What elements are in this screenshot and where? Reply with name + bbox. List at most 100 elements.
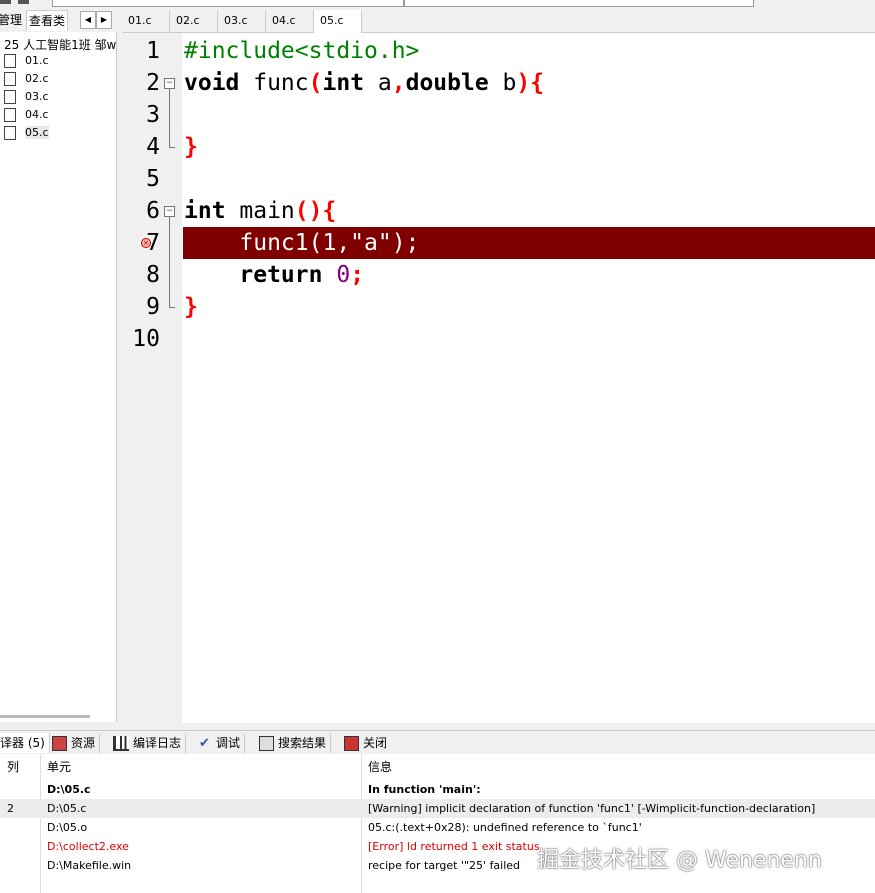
tab-label: 调试	[216, 736, 241, 750]
table-row[interactable]: 2 D:\05.c [Warning] implicit declaration…	[0, 799, 875, 818]
line-number: 5	[146, 166, 160, 192]
line-number: 6	[146, 198, 160, 224]
code-line-9: }	[184, 291, 198, 323]
code-editor[interactable]	[182, 33, 875, 723]
toolbar-combo[interactable]	[404, 0, 754, 7]
keyword-token: int	[322, 70, 365, 96]
cell-info: [Error] ld returned 1 exit status	[368, 840, 540, 853]
line-number: 9	[146, 294, 160, 320]
fold-line	[169, 217, 170, 307]
tab-close[interactable]: 关闭	[344, 733, 391, 753]
code-line-8: return 0;	[184, 259, 364, 291]
tab-label: 搜索结果	[278, 736, 327, 750]
code-line-4: }	[184, 131, 198, 163]
cell-unit: D:\Makefile.win	[47, 859, 132, 872]
error-code-text: func1(1,"a");	[184, 230, 420, 256]
fold-end	[169, 307, 175, 308]
tab-label: 编译日志	[133, 736, 182, 750]
file-icon	[4, 126, 16, 140]
tab-search-results[interactable]: 搜索结果	[259, 733, 332, 753]
line-number: 10	[132, 326, 160, 352]
code-line-1: #include<stdio.h>	[184, 35, 419, 67]
project-panel-tabs: 管理 查看类 ◀ ▶	[0, 10, 118, 32]
project-root[interactable]: 25 人工智能1班 邹w	[4, 36, 116, 53]
file-label: 05.c	[25, 126, 49, 139]
column-header-col[interactable]: 列	[7, 754, 19, 780]
file-icon	[4, 90, 16, 104]
project-tree: 25 人工智能1班 邹w 01.c 02.c 03.c 04.c 05.c	[0, 32, 117, 722]
punctuation-token: (	[308, 70, 323, 96]
table-row[interactable]: D:\05.c In function 'main':	[0, 780, 875, 799]
cell-unit: D:\05.c	[47, 783, 91, 796]
file-icon	[4, 72, 16, 86]
file-label: 04.c	[25, 108, 49, 121]
tab-project-manager[interactable]: 管理	[0, 10, 24, 30]
tab-file-02[interactable]: 02.c	[170, 10, 218, 32]
close-icon	[344, 736, 359, 751]
tab-label: 译器 (5)	[0, 736, 45, 750]
line-number: 8	[146, 262, 160, 288]
cell-info: In function 'main':	[368, 783, 481, 796]
tab-debug[interactable]: ✔ 调试	[199, 733, 246, 753]
toolbar-icon[interactable]	[0, 0, 11, 4]
output-panel-tabs: 译器 (5) 资源 编译日志 ✔ 调试 搜索结果 关闭	[0, 730, 875, 755]
keyword-token: int	[184, 198, 226, 224]
column-header-unit[interactable]: 单元	[47, 754, 71, 780]
resources-icon	[52, 736, 67, 751]
line-number: 3	[146, 102, 160, 128]
tab-compile-log[interactable]: 编译日志	[113, 733, 187, 753]
cell-unit: D:\collect2.exe	[47, 840, 129, 853]
punctuation-token: ;	[350, 262, 365, 288]
bar-chart-icon	[113, 736, 129, 751]
top-toolbar-remnant	[0, 0, 875, 10]
fold-toggle-icon[interactable]: −	[164, 206, 175, 217]
column-header-info[interactable]: 信息	[368, 754, 392, 780]
cell-unit: D:\05.c	[47, 802, 87, 815]
tab-compiler[interactable]: 译器 (5)	[0, 733, 50, 753]
punctuation-token: }	[184, 294, 198, 320]
keyword-token: return	[184, 262, 323, 288]
identifier-token: main	[225, 198, 295, 224]
tab-resources[interactable]: 资源	[52, 733, 101, 753]
identifier-token: a	[364, 70, 392, 96]
punctuation-token: ,	[391, 70, 406, 96]
file-label: 01.c	[25, 54, 49, 67]
keyword-token: void	[184, 70, 240, 96]
tab-file-01[interactable]: 01.c	[122, 10, 170, 32]
cell-col: 2	[7, 802, 14, 815]
line-number: 2	[146, 70, 160, 96]
code-line-6: int main(){	[184, 195, 336, 227]
file-icon	[4, 108, 16, 122]
tab-file-04[interactable]: 04.c	[266, 10, 314, 32]
tab-class-browser[interactable]: 查看类	[26, 10, 69, 31]
punctuation-token: (){	[294, 198, 337, 224]
tree-file-02[interactable]: 02.c	[4, 71, 49, 87]
cell-info: 05.c:(.text+0x28): undefined reference t…	[368, 821, 642, 834]
fold-toggle-icon[interactable]: −	[164, 78, 175, 89]
cell-info: recipe for target '"25' failed	[368, 859, 521, 872]
punctuation-token: }	[184, 134, 198, 160]
fold-end	[169, 147, 175, 148]
search-icon	[259, 736, 274, 751]
tab-label: 资源	[71, 736, 96, 750]
punctuation-token: ){	[516, 70, 545, 96]
cell-info: [Warning] implicit declaration of functi…	[368, 802, 816, 815]
line-number: 4	[146, 134, 160, 160]
toolbar-combo[interactable]	[52, 0, 404, 7]
tree-file-01[interactable]: 01.c	[4, 53, 49, 69]
table-row[interactable]: D:\05.o 05.c:(.text+0x28): undefined ref…	[0, 818, 875, 837]
tree-file-03[interactable]: 03.c	[4, 89, 49, 105]
number-token: 0	[322, 262, 351, 288]
tab-file-05[interactable]: 05.c	[314, 10, 362, 33]
tab-scroll-right-button[interactable]: ▶	[96, 11, 112, 29]
tree-file-04[interactable]: 04.c	[4, 107, 49, 123]
tab-file-03[interactable]: 03.c	[218, 10, 266, 32]
fold-line	[169, 89, 170, 147]
tab-scroll-left-button[interactable]: ◀	[80, 11, 96, 29]
editor-tabs: 01.c 02.c 03.c 04.c 05.c	[122, 10, 875, 33]
tree-horizontal-scrollbar[interactable]	[0, 715, 90, 718]
tree-file-05[interactable]: 05.c	[4, 125, 49, 141]
error-marker-icon[interactable]: ×	[141, 238, 151, 248]
toolbar-icon[interactable]	[18, 0, 29, 4]
identifier-token: func	[239, 70, 309, 96]
